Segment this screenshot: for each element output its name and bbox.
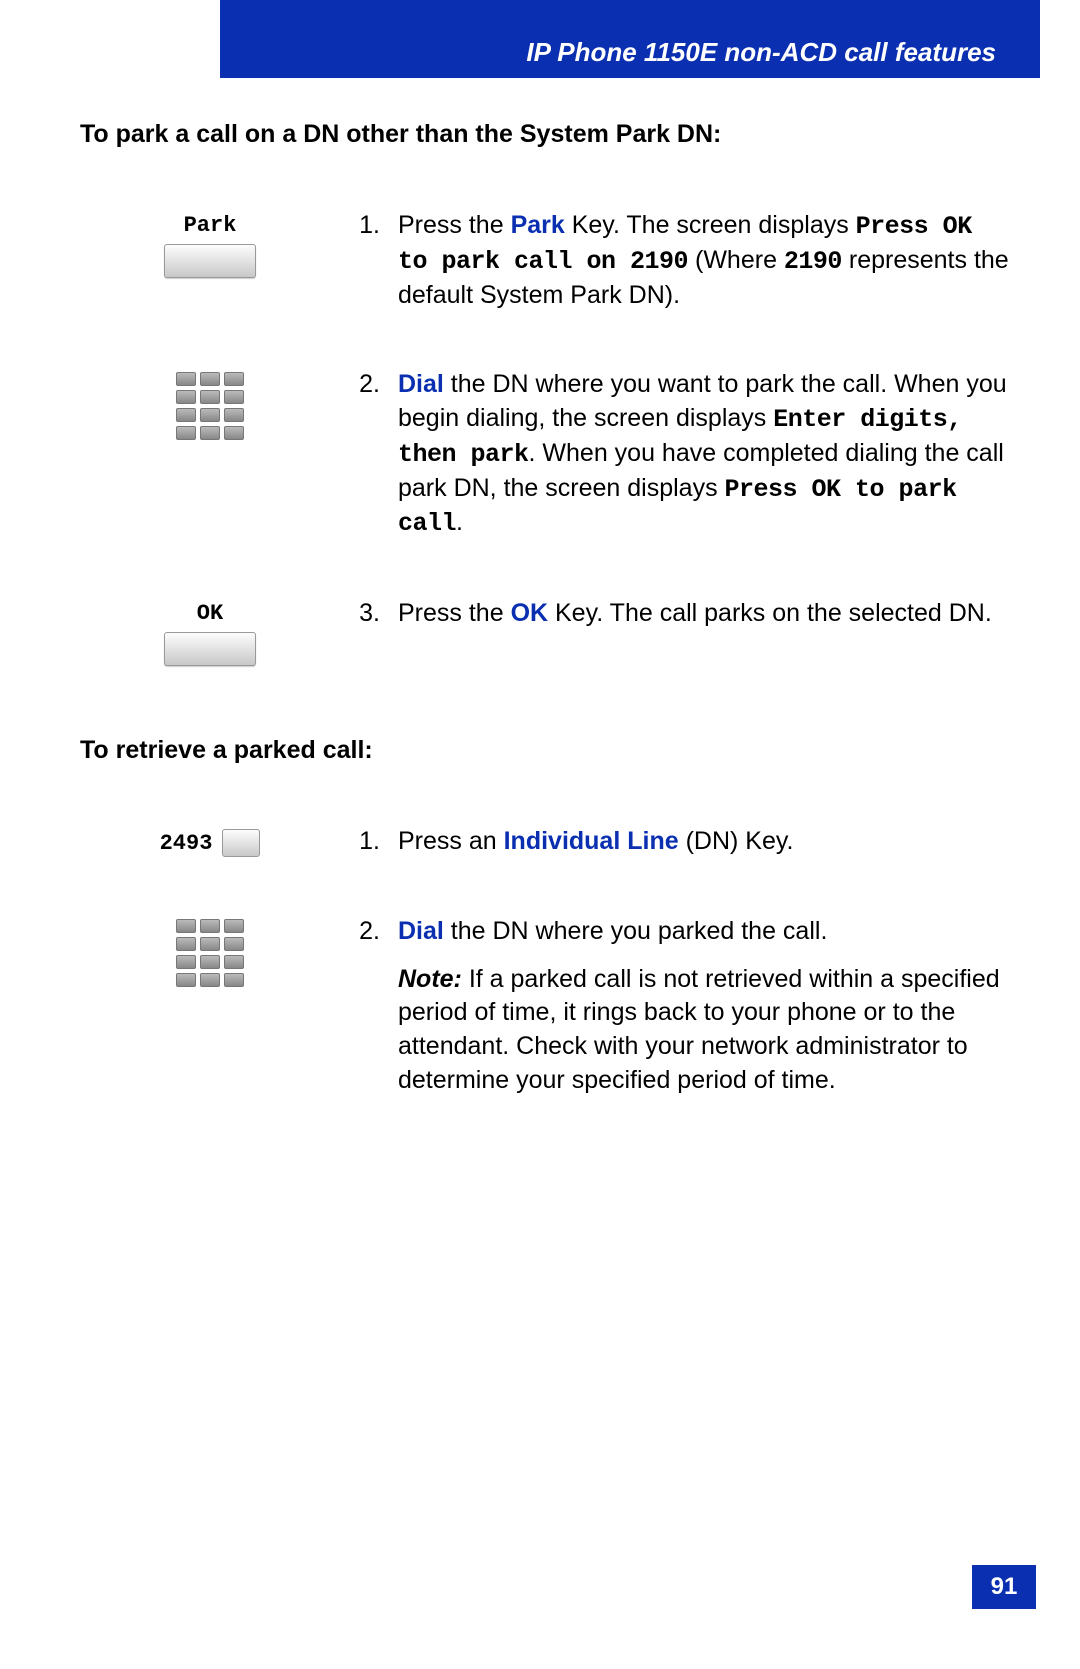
softkey-button-icon bbox=[164, 632, 256, 666]
step-number: 2. bbox=[340, 915, 398, 1098]
step-number: 3. bbox=[340, 597, 398, 631]
line-key-label: 2493 bbox=[160, 831, 213, 856]
page: IP Phone 1150E non-ACD call features To … bbox=[0, 0, 1080, 1669]
page-content: To park a call on a DN other than the Sy… bbox=[80, 120, 1010, 1154]
text: Key. The screen displays bbox=[565, 211, 856, 239]
step-icon: 2493 bbox=[80, 825, 340, 857]
step-body: Press the OK Key. The call parks on the … bbox=[398, 597, 1010, 631]
text: the DN where you parked the call. bbox=[444, 917, 828, 945]
step-body: Press the Park Key. The screen displays … bbox=[398, 209, 1010, 312]
step-icon bbox=[80, 915, 340, 987]
note: Note: If a parked call is not retrieved … bbox=[398, 963, 1010, 1098]
page-number: 91 bbox=[972, 1565, 1036, 1609]
text: Key. The call parks on the selected DN. bbox=[548, 599, 992, 627]
keyword: Dial bbox=[398, 370, 444, 398]
step-row: 2493 1. Press an Individual Line (DN) Ke… bbox=[80, 825, 1010, 859]
step-row: 2. Dial the DN where you want to park th… bbox=[80, 368, 1010, 541]
softkey-button-icon bbox=[164, 244, 256, 278]
chapter-title: IP Phone 1150E non-ACD call features bbox=[526, 37, 996, 68]
step-text: 3. Press the OK Key. The call parks on t… bbox=[340, 597, 1010, 631]
softkey-park: Park bbox=[164, 213, 256, 278]
keyword: Park bbox=[511, 211, 565, 239]
text: (DN) Key. bbox=[679, 827, 794, 855]
step-row: 2. Dial the DN where you parked the call… bbox=[80, 915, 1010, 1098]
step-icon bbox=[80, 368, 340, 440]
text: (Where bbox=[688, 246, 784, 274]
keyword: OK bbox=[511, 599, 549, 627]
step-row: Park 1. Press the Park Key. The screen d… bbox=[80, 209, 1010, 312]
softkey-label: OK bbox=[197, 601, 223, 626]
step-number: 1. bbox=[340, 825, 398, 859]
step-icon: Park bbox=[80, 209, 340, 278]
step-number: 1. bbox=[340, 209, 398, 312]
text: Press the bbox=[398, 211, 511, 239]
keyword: Individual Line bbox=[504, 827, 679, 855]
screen-text: 2190 bbox=[784, 247, 842, 276]
text: . bbox=[456, 508, 463, 536]
section-title-park: To park a call on a DN other than the Sy… bbox=[80, 120, 1010, 149]
text: Press the bbox=[398, 599, 511, 627]
keyword: Dial bbox=[398, 917, 444, 945]
step-text: 1. Press an Individual Line (DN) Key. bbox=[340, 825, 1010, 859]
step-text: 2. Dial the DN where you want to park th… bbox=[340, 368, 1010, 541]
section-title-retrieve: To retrieve a parked call: bbox=[80, 736, 1010, 765]
step-body: Dial the DN where you want to park the c… bbox=[398, 368, 1010, 541]
softkey-label: Park bbox=[184, 213, 237, 238]
chapter-header: IP Phone 1150E non-ACD call features bbox=[220, 0, 1040, 78]
step-text: 2. Dial the DN where you parked the call… bbox=[340, 915, 1010, 1098]
step-icon: OK bbox=[80, 597, 340, 666]
step-number: 2. bbox=[340, 368, 398, 541]
note-body: If a parked call is not retrieved within… bbox=[398, 965, 1000, 1094]
keypad-icon bbox=[176, 372, 244, 440]
step-text: 1. Press the Park Key. The screen displa… bbox=[340, 209, 1010, 312]
line-key-button-icon bbox=[222, 829, 260, 857]
step-body: Dial the DN where you parked the call. N… bbox=[398, 915, 1010, 1098]
step-row: OK 3. Press the OK Key. The call parks o… bbox=[80, 597, 1010, 666]
step-body: Press an Individual Line (DN) Key. bbox=[398, 825, 1010, 859]
note-label: Note: bbox=[398, 965, 462, 993]
keypad-icon bbox=[176, 919, 244, 987]
line-key: 2493 bbox=[160, 829, 261, 857]
softkey-ok: OK bbox=[164, 601, 256, 666]
text: Press an bbox=[398, 827, 504, 855]
